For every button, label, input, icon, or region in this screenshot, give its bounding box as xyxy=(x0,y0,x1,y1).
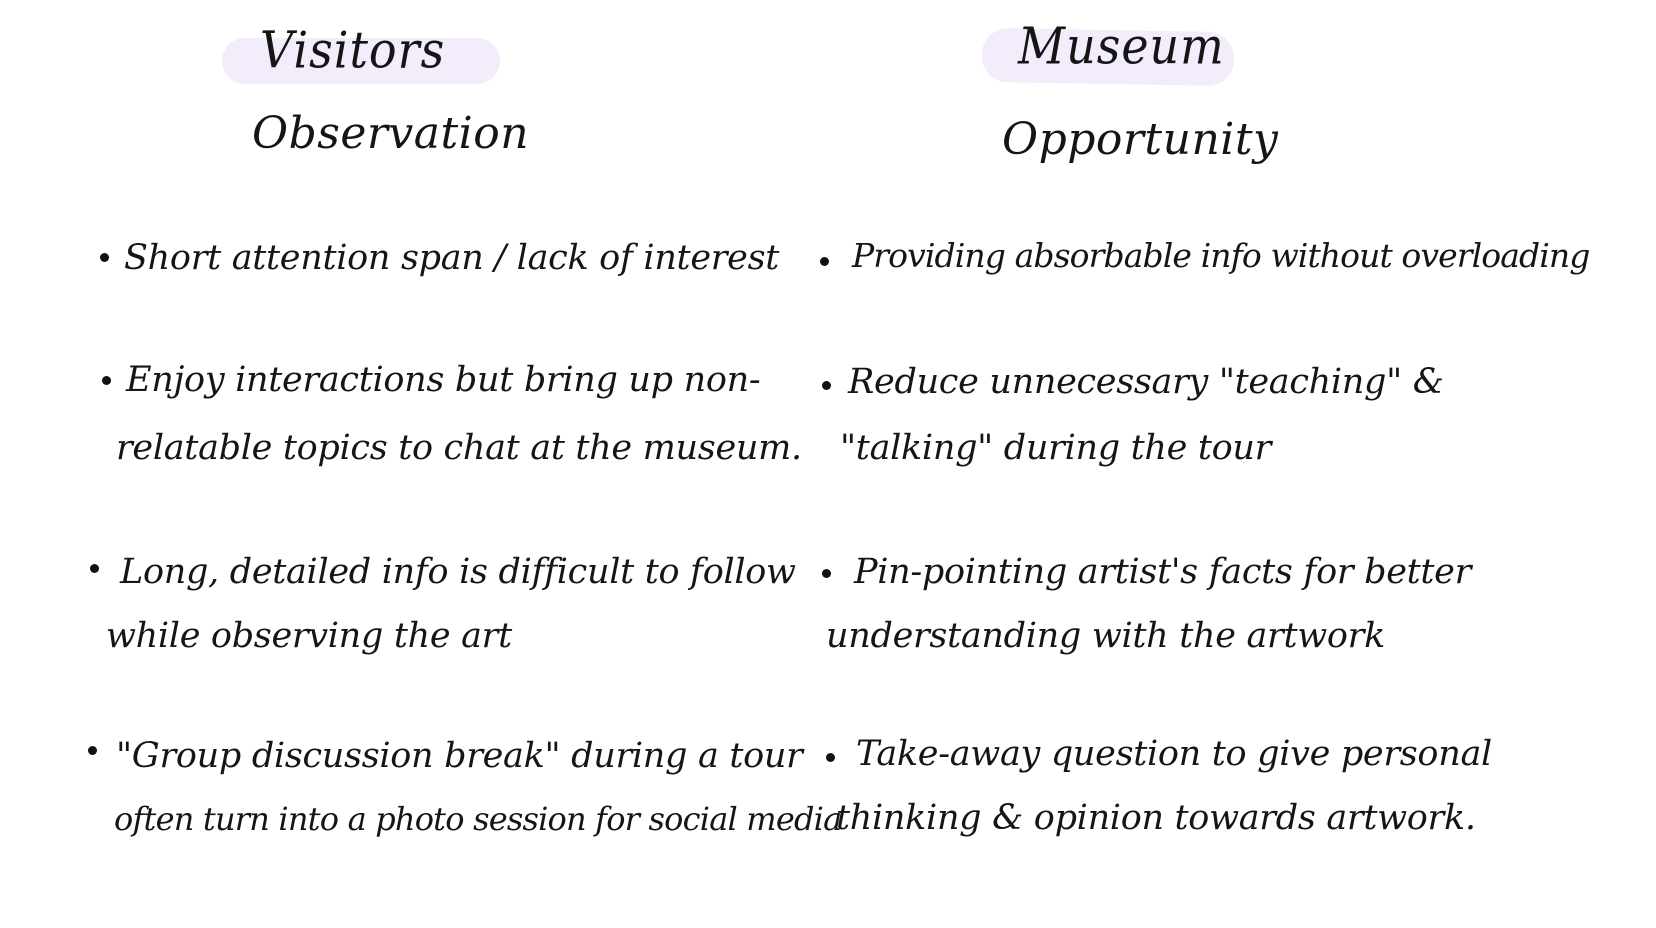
observation-item-line: often turn into a photo session for soci… xyxy=(114,800,842,838)
bullet-icon xyxy=(90,564,99,573)
opportunity-item-line: Providing absorbable info without overlo… xyxy=(852,236,1590,275)
observation-item-line: "Group discussion break" during a tour xyxy=(116,736,803,776)
visitors-column: Visitors Observation Short attention spa… xyxy=(0,0,842,928)
museum-heading: Museum xyxy=(1018,16,1225,76)
observation-item-line: Short attention span / lack of interest xyxy=(124,238,780,278)
opportunity-item-line: "talking" during the tour xyxy=(840,428,1272,468)
visitors-heading: Visitors xyxy=(260,20,446,80)
opportunity-item-line: Take-away question to give personal xyxy=(856,734,1492,774)
observation-item-line: Long, detailed info is difficult to foll… xyxy=(120,552,796,592)
opportunity-subheading: Opportunity xyxy=(1002,114,1279,165)
opportunity-item-line: thinking & opinion towards artwork. xyxy=(836,798,1476,838)
bullet-icon xyxy=(88,746,97,755)
opportunity-item-line: Pin-pointing artist's facts for better xyxy=(854,552,1471,592)
opportunity-item-line: understanding with the artwork xyxy=(826,616,1385,656)
bullet-icon xyxy=(100,253,109,262)
bullet-icon xyxy=(822,569,831,578)
observation-item-line: relatable topics to chat at the museum. xyxy=(116,428,802,468)
museum-column: Museum Opportunity Providing absorbable … xyxy=(820,0,1656,928)
opportunity-item-line: Reduce unnecessary "teaching" & xyxy=(848,362,1444,402)
bullet-icon xyxy=(822,381,831,390)
bullet-icon xyxy=(102,376,111,385)
observation-item-line: while observing the art xyxy=(106,616,512,656)
observation-item-line: Enjoy interactions but bring up non- xyxy=(126,360,761,400)
bullet-icon xyxy=(820,257,829,266)
bullet-icon xyxy=(826,753,835,762)
observation-subheading: Observation xyxy=(252,108,530,159)
